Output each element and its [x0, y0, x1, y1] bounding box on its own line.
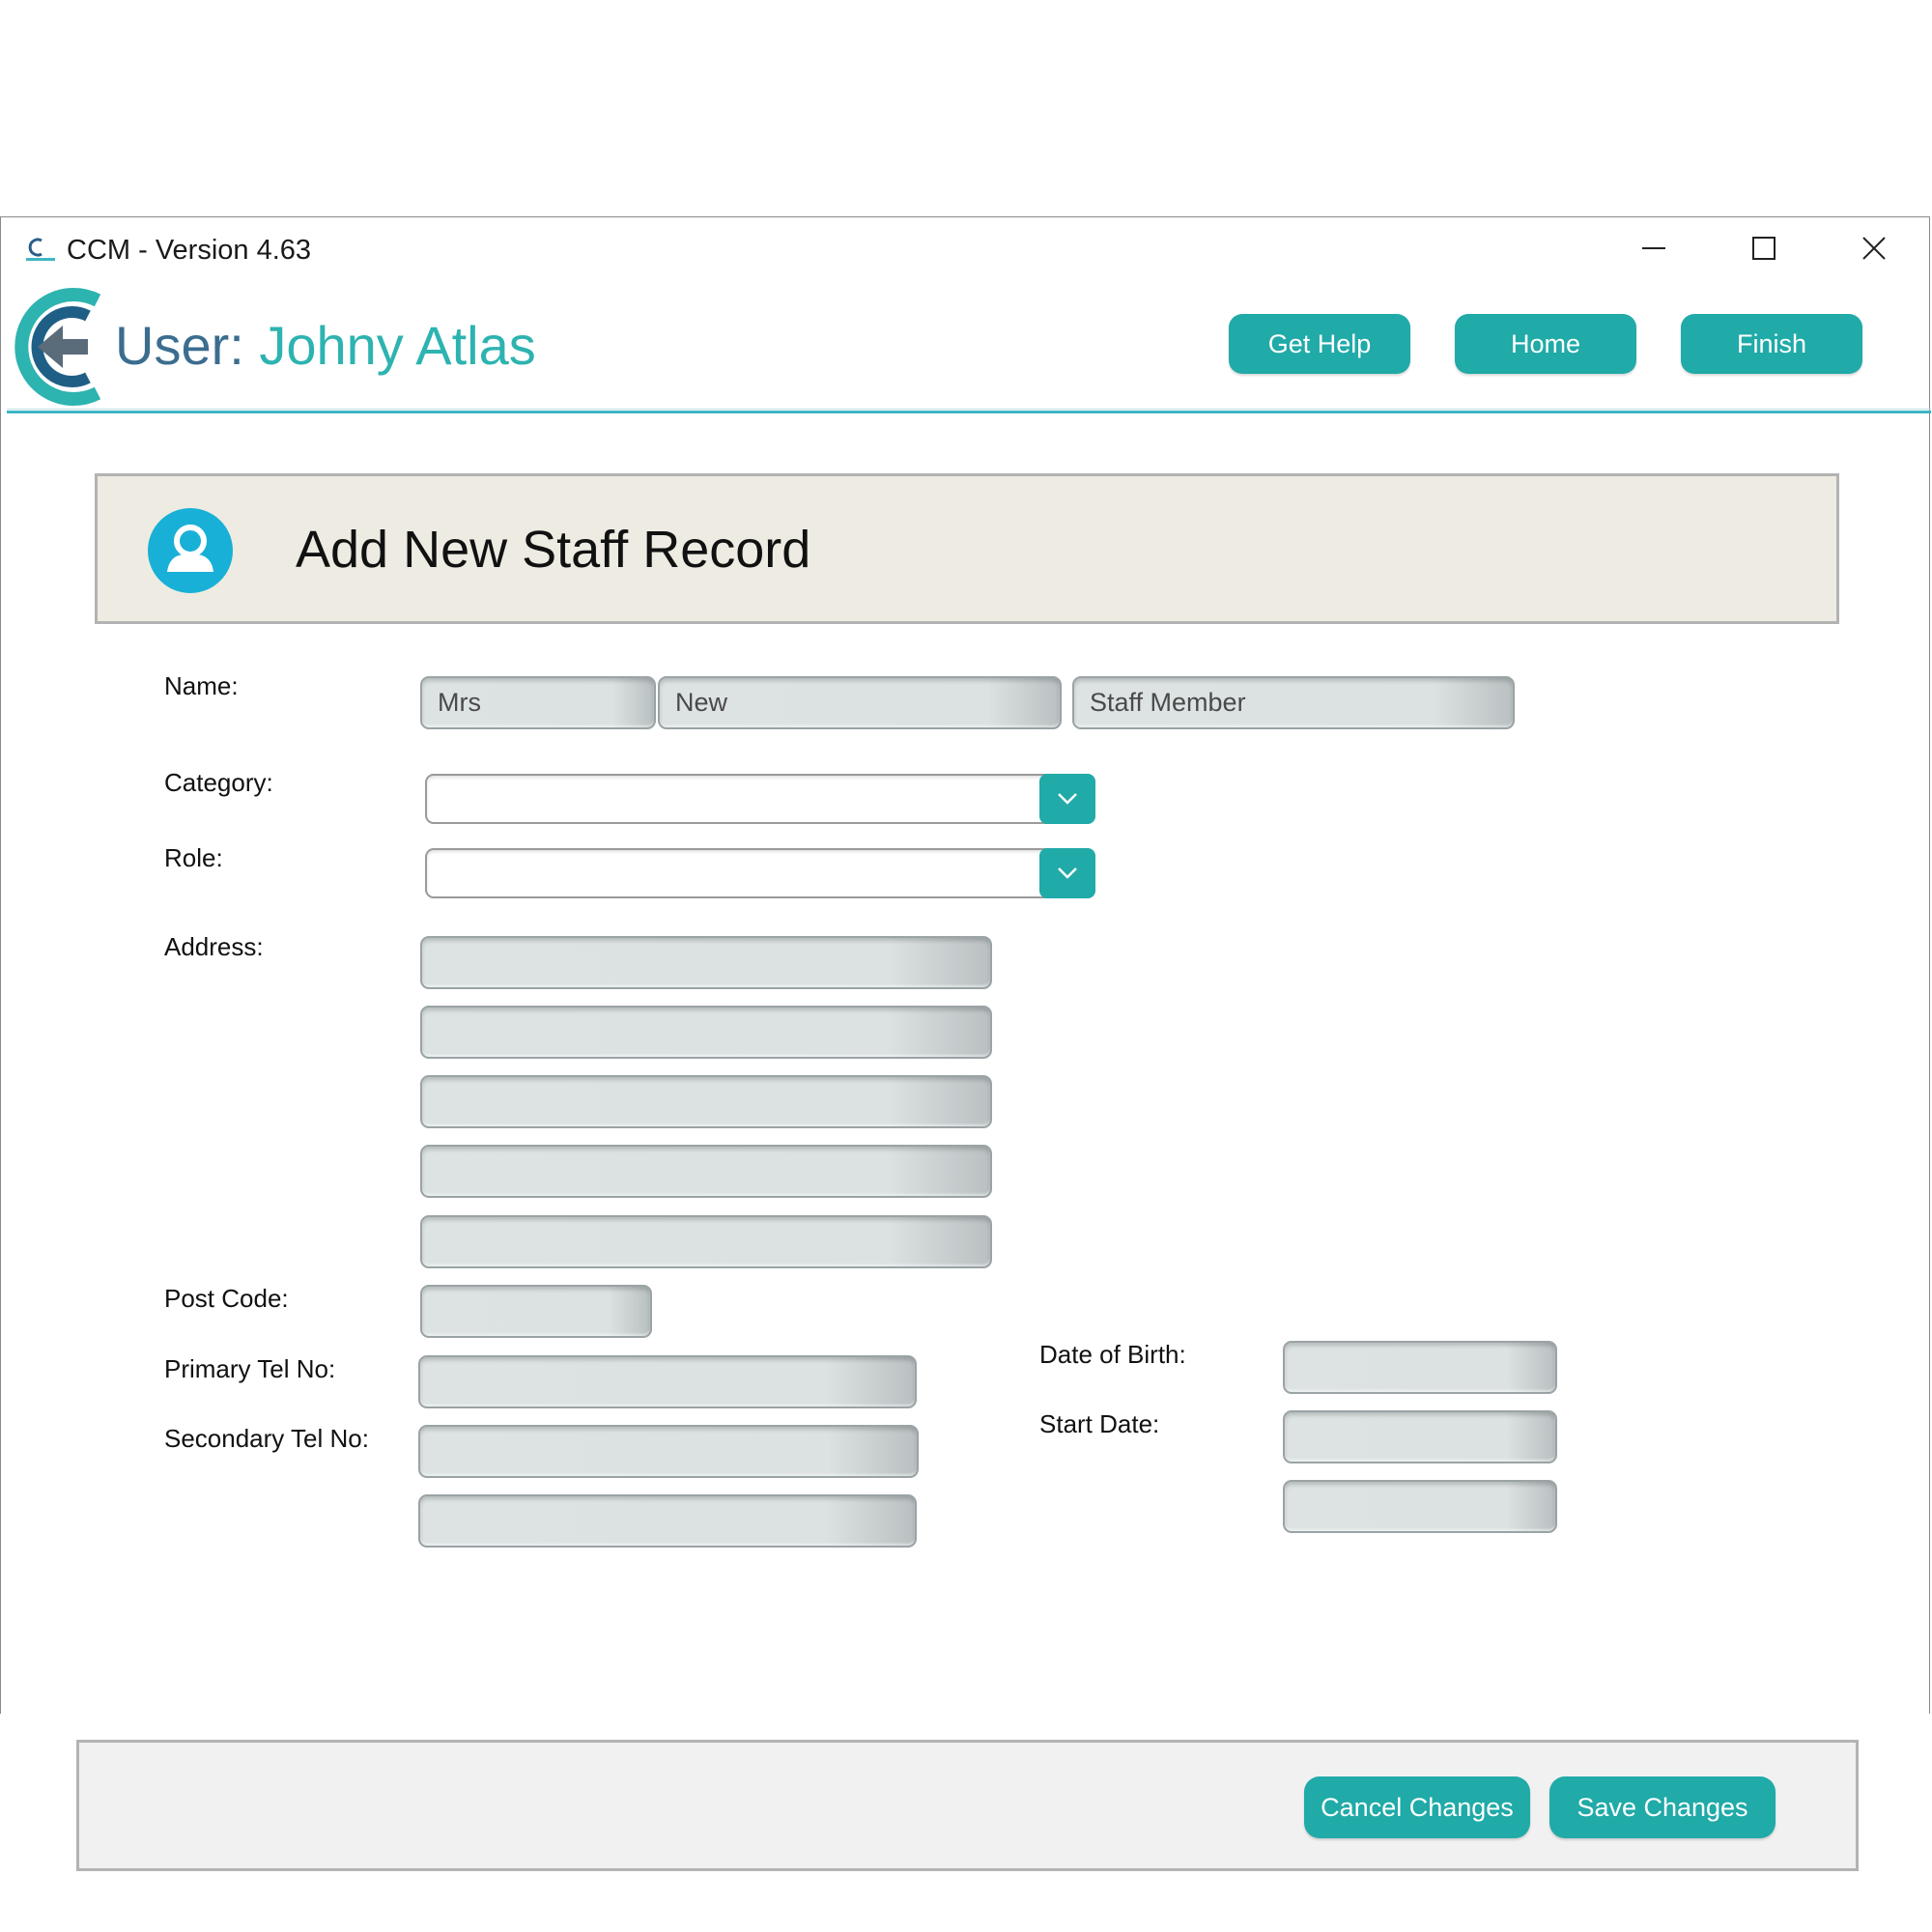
user-prefix: User: — [115, 315, 244, 376]
role-label: Role: — [164, 843, 223, 872]
address-line-5-field[interactable] — [420, 1215, 992, 1268]
close-button[interactable] — [1831, 221, 1918, 275]
role-dropdown-button[interactable] — [1039, 848, 1095, 898]
last-name-field[interactable]: Staff Member — [1072, 676, 1515, 729]
close-icon — [1862, 237, 1886, 260]
address-line-2-field[interactable] — [420, 1006, 992, 1059]
minimize-button[interactable] — [1610, 221, 1697, 275]
category-dropdown-button[interactable] — [1039, 774, 1095, 824]
finish-button[interactable]: Finish — [1681, 314, 1862, 374]
title-bar: CCM - Version 4.63 — [1, 217, 1929, 275]
name-label: Name: — [164, 671, 239, 700]
date-of-birth-field[interactable] — [1283, 1341, 1557, 1394]
address-line-3-field[interactable] — [420, 1075, 992, 1128]
page-title: Add New Staff Record — [296, 521, 811, 579]
primary-tel-field[interactable] — [418, 1355, 917, 1408]
home-button[interactable]: Home — [1455, 314, 1636, 374]
chevron-down-icon — [1058, 867, 1077, 879]
staff-avatar-icon — [148, 508, 233, 593]
additional-date-field-partial[interactable] — [1283, 1480, 1557, 1533]
post-code-label: Post Code: — [164, 1284, 289, 1313]
secondary-tel-field[interactable] — [418, 1425, 919, 1478]
maximize-icon — [1752, 237, 1776, 260]
cancel-changes-button[interactable]: Cancel Changes — [1304, 1776, 1530, 1838]
category-label: Category: — [164, 768, 273, 797]
window-title: CCM - Version 4.63 — [67, 235, 312, 266]
address-line-4-field[interactable] — [420, 1145, 992, 1198]
app-logo-icon — [26, 238, 55, 261]
secondary-tel-label: Secondary Tel No: — [164, 1424, 369, 1453]
name-title-field[interactable]: Mrs — [420, 676, 656, 729]
address-line-1-field[interactable] — [420, 936, 992, 989]
start-date-label: Start Date: — [1039, 1409, 1160, 1438]
user-name: Johny Atlas — [259, 315, 536, 376]
maximize-button[interactable] — [1720, 221, 1807, 275]
minimize-icon — [1642, 247, 1665, 249]
header-divider-light — [7, 409, 1931, 410]
start-date-field[interactable] — [1283, 1410, 1557, 1463]
app-window: CCM - Version 4.63 User: Johny Atlas Get… — [0, 216, 1931, 1871]
ccm-logo-icon[interactable] — [3, 287, 107, 407]
date-of-birth-label: Date of Birth: — [1039, 1340, 1186, 1369]
header-divider — [7, 411, 1931, 413]
additional-field-partial[interactable] — [418, 1494, 917, 1548]
current-user: User: Johny Atlas — [115, 314, 536, 377]
app-header: User: Johny Atlas Get Help Home Finish — [1, 285, 1929, 411]
role-select[interactable] — [425, 848, 1095, 898]
primary-tel-label: Primary Tel No: — [164, 1354, 336, 1383]
category-select[interactable] — [425, 774, 1095, 824]
first-name-field[interactable]: New — [658, 676, 1062, 729]
post-code-field[interactable] — [420, 1285, 652, 1338]
staff-form[interactable]: Name: Mrs New Staff Member Category: Rol… — [1, 633, 1931, 1681]
form-footer: Cancel Changes Save Changes — [76, 1740, 1859, 1871]
record-header-panel: Add New Staff Record — [95, 473, 1839, 624]
address-label: Address: — [164, 932, 264, 961]
save-changes-button[interactable]: Save Changes — [1549, 1776, 1776, 1838]
chevron-down-icon — [1058, 793, 1077, 805]
get-help-button[interactable]: Get Help — [1229, 314, 1410, 374]
